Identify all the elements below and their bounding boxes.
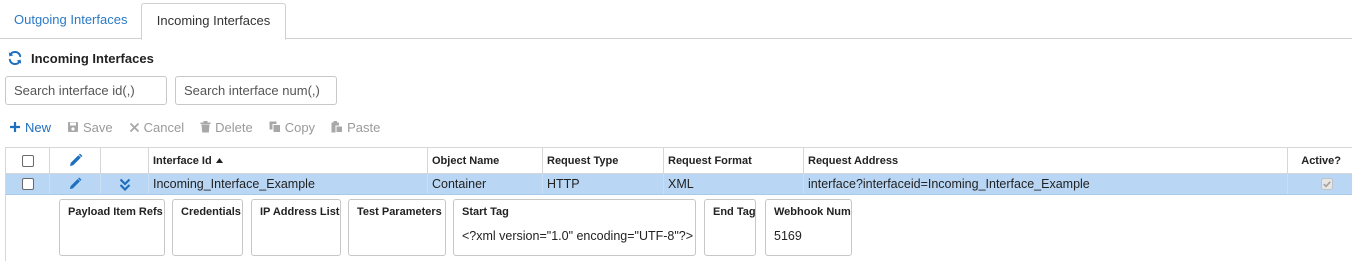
ip-address-list-label: IP Address List <box>260 206 340 218</box>
cell-request-format[interactable]: XML <box>664 174 804 194</box>
column-header-request-address[interactable]: Request Address <box>804 148 1288 173</box>
delete-label: Delete <box>215 119 253 135</box>
save-button[interactable]: Save <box>67 120 113 135</box>
new-button[interactable]: New <box>9 120 51 135</box>
request-address-header-label: Request Address <box>808 154 899 167</box>
paste-icon <box>331 121 344 133</box>
start-tag-value: <?xml version="1.0" encoding="UTF-8"?> <box>462 229 694 243</box>
end-tag-field[interactable]: End Tag <box>704 199 756 256</box>
delete-button[interactable]: Delete <box>200 120 253 135</box>
webhook-num-label: Webhook Num <box>774 206 851 218</box>
double-chevron-down-icon[interactable] <box>119 178 131 191</box>
copy-button[interactable]: Copy <box>269 120 315 135</box>
paste-button[interactable]: Paste <box>331 120 380 135</box>
cell-object-name[interactable]: Container <box>428 174 543 194</box>
active-header-label: Active? <box>1301 154 1341 167</box>
credentials-button[interactable]: Credentials <box>172 199 243 256</box>
section-title: Incoming Interfaces <box>31 50 154 66</box>
expand-column-header <box>101 148 149 173</box>
paste-label: Paste <box>347 119 381 135</box>
search-interface-id-input[interactable] <box>5 76 167 105</box>
refresh-icon[interactable] <box>7 50 23 66</box>
end-tag-label: End Tag <box>713 206 756 218</box>
column-header-active[interactable]: Active? <box>1288 148 1352 173</box>
column-header-interface-id[interactable]: Interface Id <box>149 148 428 173</box>
webhook-num-field[interactable]: Webhook Num 5169 <box>765 199 852 256</box>
tab-bar: Outgoing Interfaces Incoming Interfaces <box>0 0 1352 40</box>
sort-ascending-icon <box>215 158 223 163</box>
request-type-header-label: Request Type <box>547 154 619 167</box>
cell-active <box>1288 174 1352 194</box>
cancel-label: Cancel <box>143 119 185 135</box>
grid-header: Interface Id Object Name Request Type Re… <box>6 147 1352 174</box>
copy-icon <box>269 121 281 133</box>
edit-column-header <box>50 148 101 173</box>
save-label: Save <box>83 119 113 135</box>
object-name-header-label: Object Name <box>432 154 500 167</box>
test-parameters-label: Test Parameters <box>357 206 442 218</box>
tab-outgoing-interfaces[interactable]: Outgoing Interfaces <box>0 3 141 39</box>
search-interface-num-input[interactable] <box>175 76 337 105</box>
cell-request-type[interactable]: HTTP <box>543 174 664 194</box>
active-checkbox <box>1321 178 1333 190</box>
credentials-label: Credentials <box>181 206 241 218</box>
row-select-cell <box>6 174 50 194</box>
start-tag-label: Start Tag <box>462 206 509 218</box>
cancel-button[interactable]: Cancel <box>129 120 184 135</box>
row-expand-cell <box>101 174 149 194</box>
row-detail-panel: Payload Item Refs Credentials IP Address… <box>6 195 1352 261</box>
tab-incoming-interfaces[interactable]: Incoming Interfaces <box>141 3 286 40</box>
row-edit-cell <box>50 174 101 194</box>
row-select-checkbox[interactable] <box>21 178 34 190</box>
trash-icon <box>200 121 211 133</box>
cell-request-address[interactable]: interface?interfaceid=Incoming_Interface… <box>804 174 1288 194</box>
column-header-object-name[interactable]: Object Name <box>428 148 543 173</box>
webhook-num-value: 5169 <box>774 229 802 243</box>
pencil-icon[interactable] <box>68 153 83 168</box>
cell-interface-id[interactable]: Incoming_Interface_Example <box>149 174 428 194</box>
payload-item-refs-button[interactable]: Payload Item Refs <box>59 199 165 256</box>
new-label: New <box>25 119 52 135</box>
interface-id-header-label: Interface Id <box>153 154 212 167</box>
ip-address-list-button[interactable]: IP Address List <box>251 199 341 256</box>
pencil-icon[interactable] <box>68 177 82 191</box>
payload-item-refs-label: Payload Item Refs <box>68 206 163 218</box>
request-format-header-label: Request Format <box>668 154 752 167</box>
floppy-icon <box>68 122 79 132</box>
copy-label: Copy <box>284 119 316 135</box>
table-row[interactable]: Incoming_Interface_Example Container HTT… <box>6 174 1352 195</box>
column-header-request-format[interactable]: Request Format <box>664 148 804 173</box>
plus-icon <box>10 122 20 132</box>
section-header: Incoming Interfaces <box>7 49 154 67</box>
interfaces-grid: Interface Id Object Name Request Type Re… <box>5 147 1352 261</box>
toolbar: New Save Cancel Delete Copy Paste <box>9 118 380 136</box>
close-icon <box>129 122 139 132</box>
test-parameters-button[interactable]: Test Parameters <box>348 199 446 256</box>
select-all-checkbox[interactable] <box>21 154 34 167</box>
column-header-request-type[interactable]: Request Type <box>543 148 664 173</box>
select-all-cell <box>6 148 50 173</box>
start-tag-field[interactable]: Start Tag <?xml version="1.0" encoding="… <box>453 199 696 256</box>
